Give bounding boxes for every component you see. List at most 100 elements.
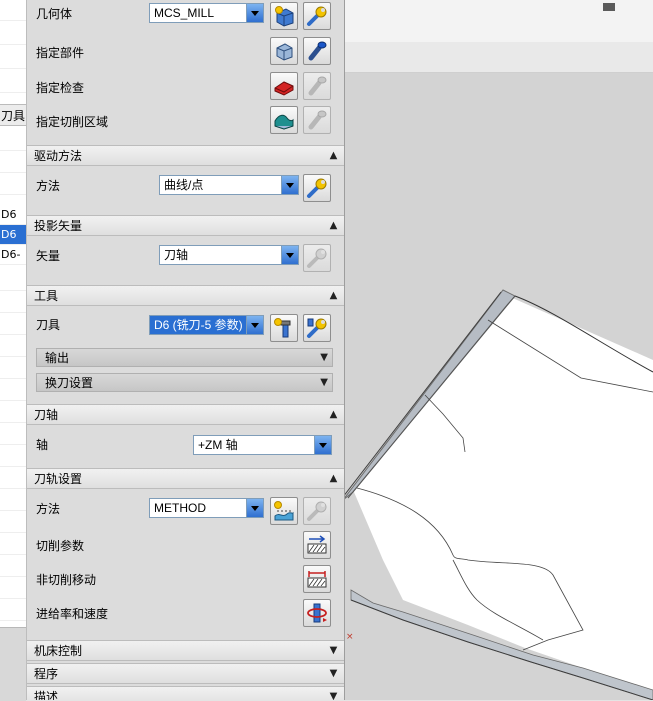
list-divider: [0, 444, 26, 445]
path-method-value: METHOD: [154, 501, 206, 515]
path-settings-title: 刀轨设置: [34, 472, 83, 486]
select-cut-area-button[interactable]: [270, 106, 298, 134]
chevron-down-icon[interactable]: ▼: [320, 351, 328, 364]
feeds-speeds-label: 进给率和速度: [36, 607, 109, 621]
description-header[interactable]: 描述 ▼: [27, 686, 344, 700]
non-cut-moves-icon: [307, 571, 327, 588]
chevron-up-icon[interactable]: ▲: [327, 472, 340, 485]
list-divider: [0, 378, 26, 379]
graphics-viewport[interactable]: ×: [343, 0, 653, 700]
chevron-down-icon[interactable]: ▼: [320, 376, 328, 389]
machine-control-header[interactable]: 机床控制 ▼: [27, 640, 344, 661]
chevron-up-icon[interactable]: ▲: [327, 149, 340, 162]
list-item-selected[interactable]: D6: [0, 225, 26, 245]
column-header-tool[interactable]: 刀具: [0, 104, 26, 126]
non-cut-moves-label: 非切削移动: [36, 573, 97, 587]
select-check-button[interactable]: [270, 72, 298, 100]
tool-title: 工具: [34, 289, 59, 303]
drive-method-title: 驱动方法: [34, 149, 83, 163]
flashlight-icon: [308, 41, 327, 61]
output-title: 输出: [45, 351, 70, 365]
drive-method-select[interactable]: 曲线/点: [159, 175, 299, 195]
edit-vector-button[interactable]: [303, 244, 331, 272]
chevron-down-icon[interactable]: ▼: [327, 690, 340, 700]
wrench-icon: [307, 248, 327, 268]
geometry-select-value: MCS_MILL: [154, 6, 215, 20]
edit-tool-button[interactable]: [303, 314, 331, 342]
new-geometry-icon: [275, 6, 294, 27]
axis-select[interactable]: +ZM 轴: [193, 435, 332, 455]
wrench-icon: [307, 501, 327, 521]
list-divider: [0, 312, 26, 313]
list-divider: [0, 510, 26, 511]
drive-method-header[interactable]: 驱动方法 ▲: [27, 145, 344, 166]
specify-check-label: 指定检查: [36, 81, 85, 95]
program-title: 程序: [34, 667, 59, 681]
tool-value: D6 (铣刀-5 参数): [154, 318, 243, 332]
check-geometry-icon: [274, 81, 294, 96]
program-header[interactable]: 程序 ▼: [27, 663, 344, 684]
chevron-down-icon[interactable]: [281, 246, 298, 264]
edit-geometry-button[interactable]: [303, 2, 331, 30]
path-method-label: 方法: [36, 502, 61, 516]
chevron-down-icon[interactable]: [246, 4, 263, 22]
tool-label: 刀具: [36, 318, 61, 332]
tool-select[interactable]: D6 (铣刀-5 参数): [149, 315, 264, 335]
feeds-speeds-button[interactable]: [303, 599, 331, 627]
tool-header[interactable]: 工具 ▲: [27, 285, 344, 306]
description-title: 描述: [34, 690, 59, 700]
path-settings-header[interactable]: 刀轨设置 ▲: [27, 468, 344, 489]
chevron-down-icon[interactable]: [281, 176, 298, 194]
display-check-button[interactable]: [303, 72, 331, 100]
drive-method-label: 方法: [36, 179, 61, 193]
chevron-down-icon[interactable]: ▼: [327, 667, 340, 680]
edit-method-button[interactable]: [303, 497, 331, 525]
tool-change-title: 换刀设置: [45, 376, 94, 390]
path-method-select[interactable]: METHOD: [149, 498, 264, 518]
new-method-button[interactable]: [270, 497, 298, 525]
display-cut-area-button[interactable]: [303, 106, 331, 134]
list-divider: [0, 334, 26, 335]
new-tool-icon: [274, 318, 291, 338]
list-divider: [0, 20, 26, 21]
tool-change-subsection[interactable]: 换刀设置 ▼: [36, 373, 333, 392]
display-part-button[interactable]: [303, 37, 331, 65]
list-item[interactable]: D6: [0, 205, 26, 225]
chevron-down-icon[interactable]: [246, 316, 263, 334]
non-cut-moves-button[interactable]: [303, 565, 331, 593]
select-part-button[interactable]: [270, 37, 298, 65]
chevron-down-icon[interactable]: ▼: [327, 644, 340, 657]
cut-params-button[interactable]: [303, 531, 331, 559]
list-divider: [0, 68, 26, 69]
wrench-icon: [307, 6, 327, 26]
tool-axis-header[interactable]: 刀轴 ▲: [27, 404, 344, 425]
operation-navigator-list: 刀具 D6 D6 D6-: [0, 0, 27, 645]
specify-cut-area-label: 指定切削区域: [36, 115, 109, 129]
navigator-bottom-panel: [0, 627, 26, 701]
new-method-icon: [274, 501, 294, 521]
specify-part-label: 指定部件: [36, 46, 85, 60]
projection-vector-title: 投影矢量: [34, 219, 83, 233]
list-divider: [0, 422, 26, 423]
vector-select[interactable]: 刀轴: [159, 245, 299, 265]
chevron-up-icon[interactable]: ▲: [327, 408, 340, 421]
cut-params-label: 切削参数: [36, 539, 85, 553]
list-item[interactable]: D6-: [0, 245, 26, 265]
chevron-down-icon[interactable]: [246, 499, 263, 517]
list-divider: [0, 466, 26, 467]
flashlight-icon: [308, 76, 327, 96]
chevron-down-icon[interactable]: [314, 436, 331, 454]
edit-drive-method-button[interactable]: [303, 174, 331, 202]
list-divider: [0, 92, 26, 93]
cut-params-icon: [307, 535, 327, 554]
chevron-up-icon[interactable]: ▲: [327, 289, 340, 302]
geometry-select[interactable]: MCS_MILL: [149, 3, 264, 23]
axis-value: +ZM 轴: [198, 438, 238, 452]
chevron-up-icon[interactable]: ▲: [327, 219, 340, 232]
output-subsection[interactable]: 输出 ▼: [36, 348, 333, 367]
new-geometry-button[interactable]: [270, 2, 298, 30]
new-tool-button[interactable]: [270, 314, 298, 342]
feeds-speeds-icon: [307, 603, 327, 623]
projection-vector-header[interactable]: 投影矢量 ▲: [27, 215, 344, 236]
list-divider: [0, 150, 26, 151]
